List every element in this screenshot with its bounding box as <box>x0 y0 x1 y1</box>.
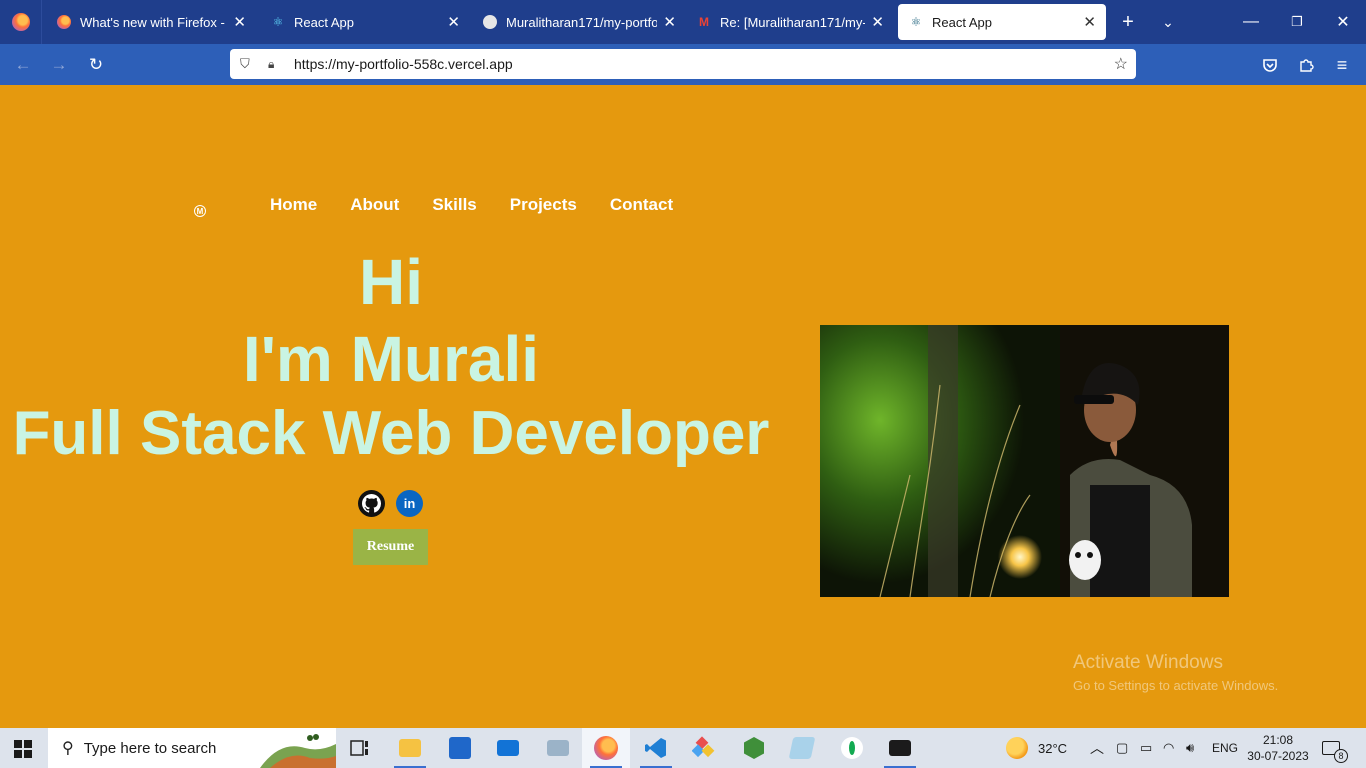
close-tab-icon[interactable]: ✕ <box>447 13 460 31</box>
activate-windows-watermark: Activate Windows Go to Settings to activ… <box>1073 652 1279 693</box>
photos-icon[interactable] <box>534 728 582 768</box>
github-icon[interactable] <box>358 490 385 517</box>
meet-now-icon[interactable]: ▢ <box>1116 728 1128 768</box>
portfolio-page: M Home About Skills Projects Contact Hi … <box>0 85 1366 728</box>
wifi-icon[interactable]: ◠ <box>1163 728 1174 768</box>
tab-gmail[interactable]: M Re: [Muralitharan171/my-por ✕ <box>686 4 894 40</box>
notification-center-icon[interactable]: 8 <box>1322 728 1348 768</box>
forward-button[interactable]: → <box>46 52 72 78</box>
site-logo[interactable]: M <box>194 205 206 217</box>
react-icon: ⚛ <box>272 15 284 29</box>
windows-start-icon[interactable] <box>14 740 32 758</box>
tab-firefox-whats-new[interactable]: What's new with Firefox - Mo ✕ <box>46 4 256 40</box>
tab-github-repo[interactable]: Muralitharan171/my-portfolio ✕ <box>472 4 686 40</box>
pocket-icon[interactable] <box>1259 54 1281 76</box>
site-nav: Home About Skills Projects Contact <box>270 195 673 215</box>
shield-icon[interactable]: ⛉ <box>240 56 256 72</box>
close-tab-icon[interactable]: ✕ <box>663 13 676 31</box>
gmail-icon: M <box>699 15 709 29</box>
nodejs-icon[interactable] <box>730 728 778 768</box>
search-icon: ⚲ <box>62 740 74 757</box>
back-button[interactable]: ← <box>10 52 36 78</box>
bookmark-star-icon[interactable]: ☆ <box>1114 54 1128 74</box>
nav-about[interactable]: About <box>350 195 399 215</box>
search-highlight-icon <box>260 734 336 768</box>
mongodb-compass-icon[interactable] <box>828 728 876 768</box>
nav-projects[interactable]: Projects <box>510 195 577 215</box>
resume-button[interactable]: Resume <box>353 529 428 565</box>
file-explorer-icon[interactable] <box>386 728 434 768</box>
system-clock[interactable]: 21:08 30-07-2023 <box>1246 732 1310 764</box>
close-tab-icon[interactable]: ✕ <box>1083 13 1096 31</box>
address-bar[interactable]: ⛉ 🔒︎ https://my-portfolio-558c.vercel.ap… <box>230 49 1136 79</box>
linkedin-icon[interactable]: in <box>396 490 423 517</box>
lock-icon[interactable]: 🔒︎ <box>268 57 282 72</box>
url-text[interactable]: https://my-portfolio-558c.vercel.app <box>294 56 1114 72</box>
firefox-icon <box>11 13 30 31</box>
nav-home[interactable]: Home <box>270 195 317 215</box>
firefox-taskbar-icon[interactable] <box>582 728 630 768</box>
firefox-icon <box>56 14 72 30</box>
react-icon: ⚛ <box>910 15 922 29</box>
minimize-button[interactable]: — <box>1228 0 1274 44</box>
nav-skills[interactable]: Skills <box>432 195 476 215</box>
git-app-icon[interactable] <box>680 728 728 768</box>
firefox-menu-button[interactable] <box>0 0 42 44</box>
taskbar-search[interactable]: ⚲ Type here to search <box>48 728 336 768</box>
extensions-icon[interactable] <box>1295 54 1317 76</box>
hero-name: I'm Murali <box>242 323 540 395</box>
volume-icon[interactable]: 🔊︎ <box>1186 728 1194 768</box>
mail-icon[interactable] <box>484 728 532 768</box>
weather-widget[interactable]: 32°C <box>1006 728 1067 768</box>
profile-photo <box>820 325 1229 597</box>
list-all-tabs-button[interactable]: ⌄ <box>1154 8 1182 36</box>
vscode-icon[interactable] <box>632 728 680 768</box>
close-tab-icon[interactable]: ✕ <box>871 13 884 31</box>
language-indicator[interactable]: ENG <box>1212 728 1238 768</box>
browser-tab-bar: What's new with Firefox - Mo ✕ ⚛ React A… <box>0 0 1366 44</box>
close-tab-icon[interactable]: ✕ <box>233 13 246 31</box>
task-view-icon[interactable] <box>336 728 384 768</box>
tab-react-app-1[interactable]: ⚛ React App ✕ <box>260 4 470 40</box>
browser-toolbar: ← → ↻ ⛉ 🔒︎ https://my-portfolio-558c.ver… <box>0 44 1366 85</box>
hamburger-menu-icon[interactable]: ≡ <box>1331 54 1353 76</box>
hero-greeting: Hi <box>359 246 423 318</box>
hero-title: Full Stack Web Developer <box>12 399 770 468</box>
close-window-button[interactable]: ✕ <box>1320 0 1366 44</box>
battery-icon[interactable]: ▭ <box>1140 728 1152 768</box>
restore-button[interactable]: ❐ <box>1274 0 1320 44</box>
notification-count-badge: 8 <box>1334 749 1348 763</box>
nav-contact[interactable]: Contact <box>610 195 673 215</box>
windows-taskbar: ⚲ Type here to search 32°C ︿ ▢ ▭ ◠ 🔊︎ EN… <box>0 728 1366 768</box>
new-tab-button[interactable]: + <box>1114 8 1142 36</box>
notepad-icon[interactable] <box>778 728 826 768</box>
tab-react-app-active[interactable]: ⚛ React App ✕ <box>898 4 1106 40</box>
social-links: in <box>358 490 423 517</box>
microsoft-store-icon[interactable] <box>436 728 484 768</box>
terminal-icon[interactable] <box>876 728 924 768</box>
show-hidden-icons-chevron-icon[interactable]: ︿ <box>1090 728 1104 768</box>
github-icon <box>482 14 498 30</box>
reload-button[interactable]: ↻ <box>83 52 109 78</box>
weather-sun-icon <box>1006 737 1028 759</box>
